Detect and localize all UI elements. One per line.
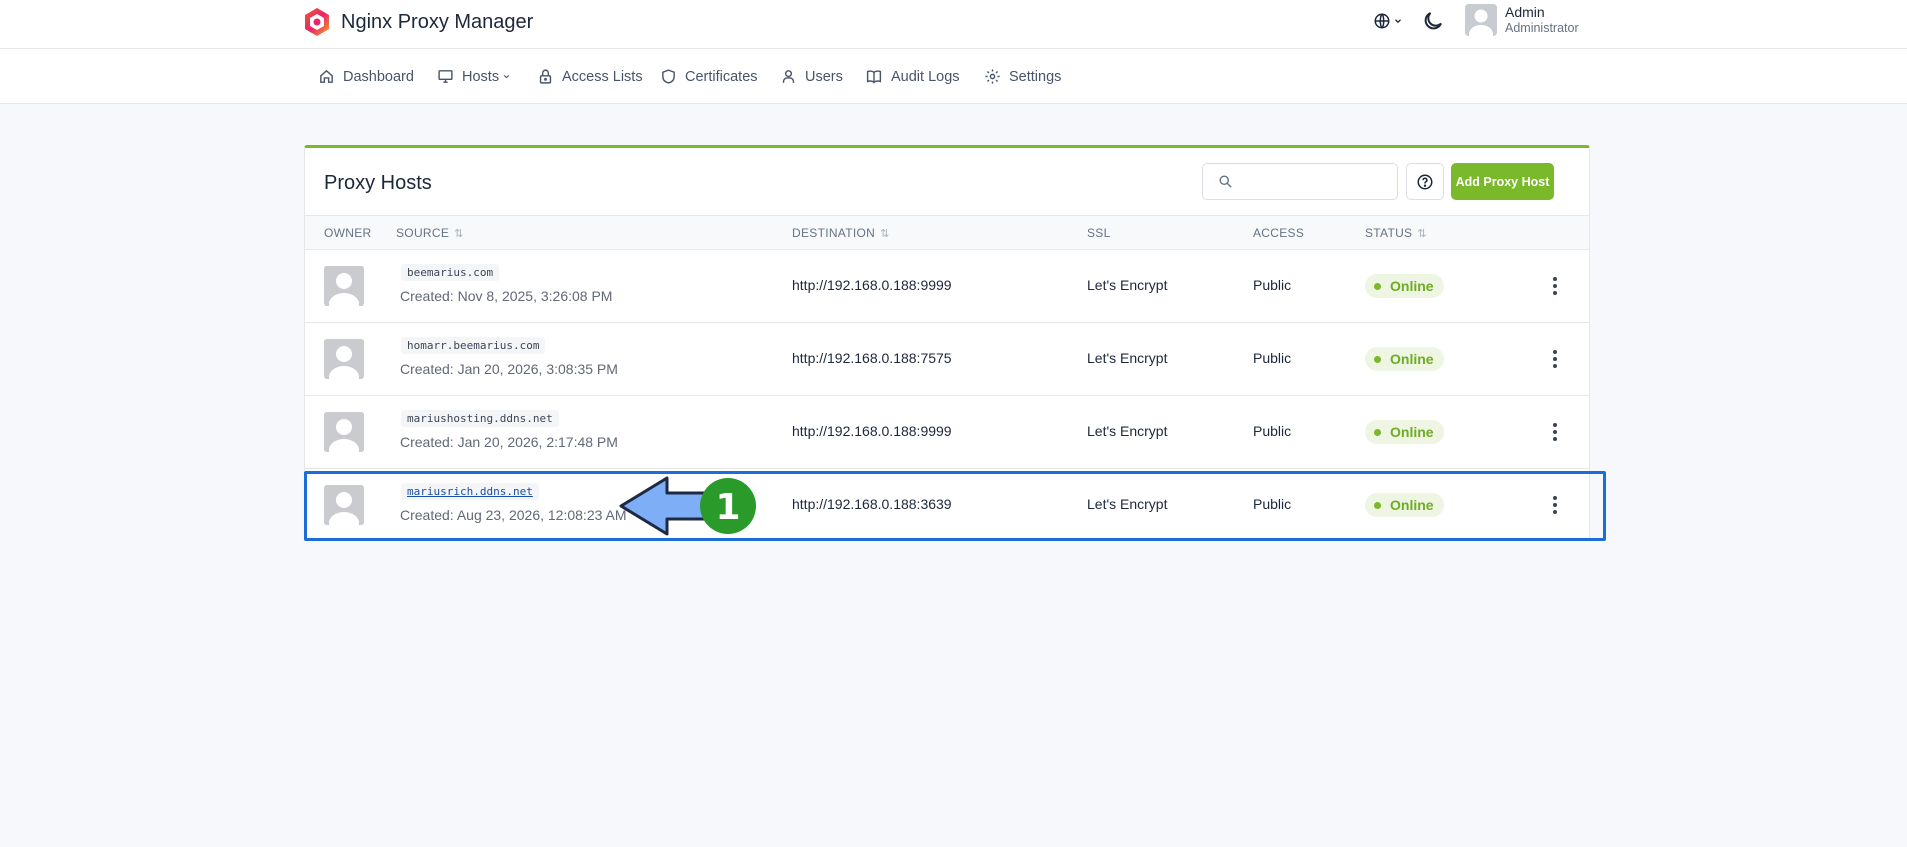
add-proxy-host-button[interactable]: Add Proxy Host	[1451, 163, 1554, 200]
globe-icon	[1374, 13, 1390, 29]
nav-hosts-label: Hosts	[462, 68, 500, 85]
created-date: Created: Nov 8, 2025, 3:26:08 PM	[400, 288, 613, 304]
search-input[interactable]	[1202, 163, 1398, 200]
nav-hosts[interactable]: Hosts	[437, 49, 511, 104]
column-ssl: SSL	[1087, 216, 1111, 250]
chevron-down-icon	[503, 74, 510, 79]
nav-certificates[interactable]: Certificates	[660, 49, 758, 104]
book-icon	[866, 70, 882, 84]
column-owner-label: OWNER	[324, 226, 372, 240]
created-date: Created: Jan 20, 2026, 3:08:35 PM	[400, 361, 618, 377]
step-number: 1	[715, 487, 740, 528]
table-row[interactable]: homarr.beemarius.com Created: Jan 20, 20…	[305, 323, 1589, 396]
column-source[interactable]: SOURCE ⇅	[396, 216, 464, 250]
created-date: Created: Jan 20, 2026, 2:17:48 PM	[400, 434, 618, 450]
status-label: Online	[1390, 351, 1434, 367]
avatar	[1465, 4, 1497, 36]
column-status[interactable]: STATUS ⇅	[1365, 216, 1427, 250]
highlight-box	[304, 471, 1606, 541]
ssl: Let's Encrypt	[1087, 350, 1168, 366]
chevron-down-icon	[1395, 19, 1401, 24]
status-label: Online	[1390, 424, 1434, 440]
brand[interactable]: Nginx Proxy Manager	[303, 7, 533, 37]
nav-access-lists[interactable]: Access Lists	[537, 49, 643, 104]
row-actions-menu[interactable]	[1549, 274, 1561, 298]
table-row[interactable]: mariushosting.ddns.net Created: Jan 20, …	[305, 396, 1589, 469]
nginx-proxy-manager-logo	[305, 8, 329, 36]
main-navigation: Dashboard Hosts Access Lists Certificate…	[0, 49, 1907, 104]
access: Public	[1253, 350, 1292, 366]
monitor-icon	[438, 70, 453, 83]
status-badge: Online	[1365, 274, 1444, 298]
sort-icon[interactable]: ⇅	[1417, 227, 1427, 240]
moon-icon[interactable]	[1421, 9, 1445, 33]
ssl: Let's Encrypt	[1087, 423, 1168, 439]
source-domain[interactable]: mariushosting.ddns.net	[401, 410, 559, 427]
shield-icon	[662, 69, 675, 84]
step-arrow: 1	[619, 476, 756, 536]
top-bar: Nginx Proxy Manager Admin Administrator	[0, 0, 1907, 49]
source-domain[interactable]: beemarius.com	[401, 264, 500, 281]
search-icon	[1219, 175, 1232, 188]
destination: http://192.168.0.188:7575	[792, 350, 952, 366]
default-avatar-icon	[324, 412, 364, 452]
nav-users-label: Users	[805, 68, 843, 85]
source-domain[interactable]: homarr.beemarius.com	[401, 337, 546, 354]
user-name: Admin	[1505, 4, 1545, 20]
ssl: Let's Encrypt	[1087, 277, 1168, 293]
default-avatar-icon	[1465, 4, 1497, 36]
table-row[interactable]: beemarius.com Created: Nov 8, 2025, 3:26…	[305, 250, 1589, 323]
nav-dashboard-label: Dashboard	[343, 68, 414, 85]
help-button[interactable]	[1406, 163, 1444, 200]
row-actions-menu[interactable]	[1549, 347, 1561, 371]
language-selector[interactable]	[1373, 10, 1405, 32]
column-ssl-label: SSL	[1087, 226, 1111, 240]
user-role: Administrator	[1505, 21, 1579, 35]
home-icon	[320, 69, 333, 83]
access: Public	[1253, 423, 1292, 439]
owner-avatar	[324, 412, 364, 452]
column-source-label: SOURCE	[396, 226, 450, 240]
gear-icon	[985, 69, 1000, 84]
page-title: Proxy Hosts	[324, 172, 432, 194]
nav-certificates-label: Certificates	[685, 68, 758, 85]
sort-icon[interactable]: ⇅	[880, 227, 890, 240]
user-icon	[782, 70, 795, 83]
status-label: Online	[1390, 278, 1434, 294]
nav-access-lists-label: Access Lists	[562, 68, 643, 85]
nav-users[interactable]: Users	[780, 49, 843, 104]
column-owner: OWNER	[324, 216, 372, 250]
question-icon	[1417, 174, 1433, 189]
destination: http://192.168.0.188:9999	[792, 423, 952, 439]
user-menu[interactable]: Admin Administrator	[1465, 4, 1579, 36]
default-avatar-icon	[324, 266, 364, 306]
lock-icon	[539, 69, 552, 84]
column-status-label: STATUS	[1365, 226, 1413, 240]
nav-audit-logs[interactable]: Audit Logs	[865, 49, 960, 104]
app-title: Nginx Proxy Manager	[341, 10, 534, 33]
status-dot-icon	[1374, 282, 1381, 290]
column-access-label: ACCESS	[1253, 226, 1305, 240]
column-destination[interactable]: DESTINATION ⇅	[792, 216, 890, 250]
default-avatar-icon	[324, 339, 364, 379]
access: Public	[1253, 277, 1292, 293]
table-header: OWNER SOURCE ⇅ DESTINATION ⇅ SSL ACCESS ST…	[305, 215, 1589, 250]
sort-icon[interactable]: ⇅	[454, 227, 464, 240]
owner-avatar	[324, 266, 364, 306]
status-badge: Online	[1365, 347, 1444, 371]
column-access: ACCESS	[1253, 216, 1304, 250]
status-dot-icon	[1374, 428, 1381, 436]
status-badge: Online	[1365, 420, 1444, 444]
row-actions-menu[interactable]	[1549, 420, 1561, 444]
owner-avatar	[324, 339, 364, 379]
nav-audit-logs-label: Audit Logs	[891, 68, 960, 85]
nav-dashboard[interactable]: Dashboard	[318, 49, 414, 104]
destination: http://192.168.0.188:9999	[792, 277, 952, 293]
nav-settings-label: Settings	[1009, 68, 1062, 85]
column-destination-label: DESTINATION	[792, 226, 876, 240]
status-dot-icon	[1374, 355, 1381, 363]
nav-settings[interactable]: Settings	[984, 49, 1061, 104]
